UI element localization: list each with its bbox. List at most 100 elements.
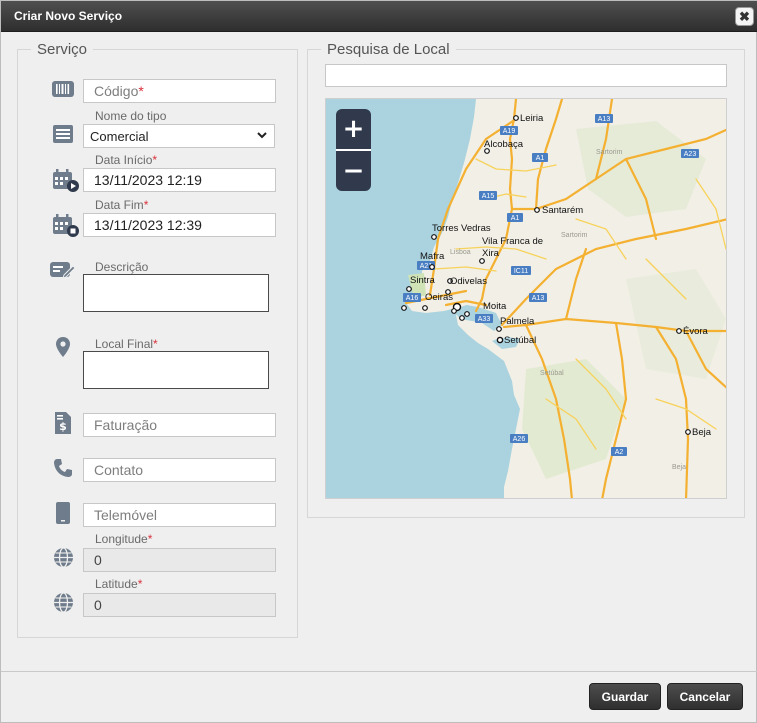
- minus-icon: −: [342, 156, 365, 186]
- location-pin-icon: [56, 337, 70, 357]
- map-faint-label: Lisboa: [450, 249, 471, 256]
- road-shield: A26: [510, 434, 528, 443]
- svg-text:A33: A33: [478, 316, 491, 323]
- local-final-label: Local Final*: [95, 337, 158, 351]
- road-shield: IC11: [511, 266, 531, 275]
- longitude-label: Longitude*: [95, 532, 153, 546]
- telemovel-placeholder: Telemóvel: [94, 507, 158, 523]
- contato-field[interactable]: Contato: [83, 458, 276, 482]
- zoom-out-button[interactable]: −: [336, 151, 371, 191]
- svg-text:Mafra: Mafra: [420, 251, 445, 262]
- service-legend: Serviço: [37, 41, 88, 58]
- svg-text:Setúbal: Setúbal: [504, 335, 536, 346]
- latitude-field[interactable]: 0: [83, 593, 276, 617]
- city-marker: Moita: [483, 301, 507, 312]
- svg-text:A26: A26: [513, 436, 526, 443]
- tipo-select[interactable]: Comercial: [83, 124, 275, 148]
- latitude-label: Latitude*: [95, 577, 143, 591]
- edit-note-icon: [50, 262, 76, 279]
- map-faint-label: Setúbal: [540, 370, 564, 377]
- phone-icon: [54, 459, 72, 477]
- data-inicio-value: 13/11/2023 12:19: [94, 172, 202, 188]
- close-button[interactable]: ✖: [735, 7, 754, 26]
- faturacao-placeholder: Faturação: [94, 417, 158, 433]
- svg-text:A13: A13: [532, 295, 545, 302]
- list-card-icon: [53, 125, 73, 143]
- svg-text:Odivelas: Odivelas: [450, 276, 487, 287]
- footer-divider: [1, 671, 757, 672]
- svg-text:A1: A1: [536, 155, 545, 162]
- data-fim-field[interactable]: 13/11/2023 12:39: [83, 213, 276, 237]
- save-button[interactable]: Guardar: [589, 683, 661, 710]
- descricao-textarea[interactable]: [83, 274, 269, 312]
- svg-text:Palmela: Palmela: [500, 316, 535, 327]
- svg-text:Vila Franca de: Vila Franca de: [482, 236, 543, 247]
- location-search-input[interactable]: [325, 64, 727, 87]
- city-marker: [464, 311, 470, 317]
- map[interactable]: Sartorim Sartorim Lisboa Setúbal Beja A1…: [325, 98, 727, 499]
- road-shield: A15: [479, 191, 497, 200]
- data-fim-label: Data Fim*: [95, 198, 149, 212]
- city-marker: Setúbal: [496, 335, 536, 346]
- data-fim-value: 13/11/2023 12:39: [94, 217, 202, 233]
- svg-text:Xira: Xira: [482, 248, 500, 259]
- data-inicio-field[interactable]: 13/11/2023 12:19: [83, 168, 276, 192]
- map-faint-label: Sartorim: [596, 149, 623, 156]
- road-shield: A1: [532, 153, 548, 162]
- globe-icon: [54, 547, 73, 568]
- svg-text:Alcobaça: Alcobaça: [484, 139, 524, 150]
- city-marker: [445, 289, 451, 295]
- tipo-label: Nome do tipo: [95, 109, 167, 123]
- svg-text:A23: A23: [684, 151, 697, 158]
- contato-placeholder: Contato: [94, 462, 144, 478]
- svg-text:A19: A19: [503, 128, 516, 135]
- codigo-field[interactable]: Código*: [83, 79, 276, 103]
- create-service-dialog: Criar Novo Serviço ✖ Serviço Código* Nom…: [0, 0, 757, 723]
- city-marker: [459, 315, 465, 321]
- mobile-phone-icon: [56, 502, 70, 524]
- tipo-value: Comercial: [90, 129, 149, 144]
- chevron-down-icon: [257, 132, 267, 139]
- svg-text:A13: A13: [598, 116, 611, 123]
- city-marker: Odivelas: [447, 276, 487, 287]
- svg-text:$: $: [59, 420, 67, 433]
- road-shield: A2: [611, 447, 627, 456]
- svg-text:Leiria: Leiria: [520, 113, 544, 124]
- svg-text:Sintra: Sintra: [410, 275, 436, 286]
- zoom-in-button[interactable]: +: [336, 109, 371, 149]
- barcode-icon: [52, 81, 74, 97]
- globe-icon: [54, 592, 73, 613]
- map-zoom-control: + −: [336, 109, 371, 191]
- dialog-titlebar: Criar Novo Serviço ✖: [1, 1, 757, 32]
- close-icon: ✖: [739, 8, 750, 24]
- dialog-title: Criar Novo Serviço: [14, 9, 123, 23]
- road-shield: A23: [681, 149, 699, 158]
- map-canvas[interactable]: Sartorim Sartorim Lisboa Setúbal Beja A1…: [326, 99, 727, 499]
- road-shield: A19: [500, 126, 518, 135]
- calendar-stop-icon: [53, 214, 79, 237]
- svg-text:Beja: Beja: [692, 427, 712, 438]
- road-shield: A1: [507, 213, 523, 222]
- city-marker: [451, 308, 457, 314]
- invoice-icon: $: [55, 412, 71, 434]
- road-shield: A33: [475, 314, 493, 323]
- svg-text:A1: A1: [511, 215, 520, 222]
- plus-icon: +: [342, 114, 365, 144]
- latitude-value: 0: [94, 597, 102, 613]
- road-shield: A13: [595, 114, 613, 123]
- longitude-field[interactable]: 0: [83, 548, 276, 572]
- map-faint-label: Sartorim: [561, 232, 588, 239]
- telemovel-field[interactable]: Telemóvel: [83, 503, 276, 527]
- city-marker: Santarém: [534, 205, 583, 216]
- svg-text:Évora: Évora: [683, 326, 709, 337]
- svg-text:Torres Vedras: Torres Vedras: [432, 223, 491, 234]
- svg-text:A16: A16: [406, 295, 419, 302]
- calendar-start-icon: [53, 169, 79, 192]
- cancel-button[interactable]: Cancelar: [667, 683, 743, 710]
- road-shield: A13: [529, 293, 547, 302]
- required-mark: *: [138, 83, 144, 99]
- longitude-value: 0: [94, 552, 102, 568]
- map-faint-label: Beja: [672, 464, 686, 471]
- faturacao-field[interactable]: Faturação: [83, 413, 276, 437]
- local-final-textarea[interactable]: [83, 351, 269, 389]
